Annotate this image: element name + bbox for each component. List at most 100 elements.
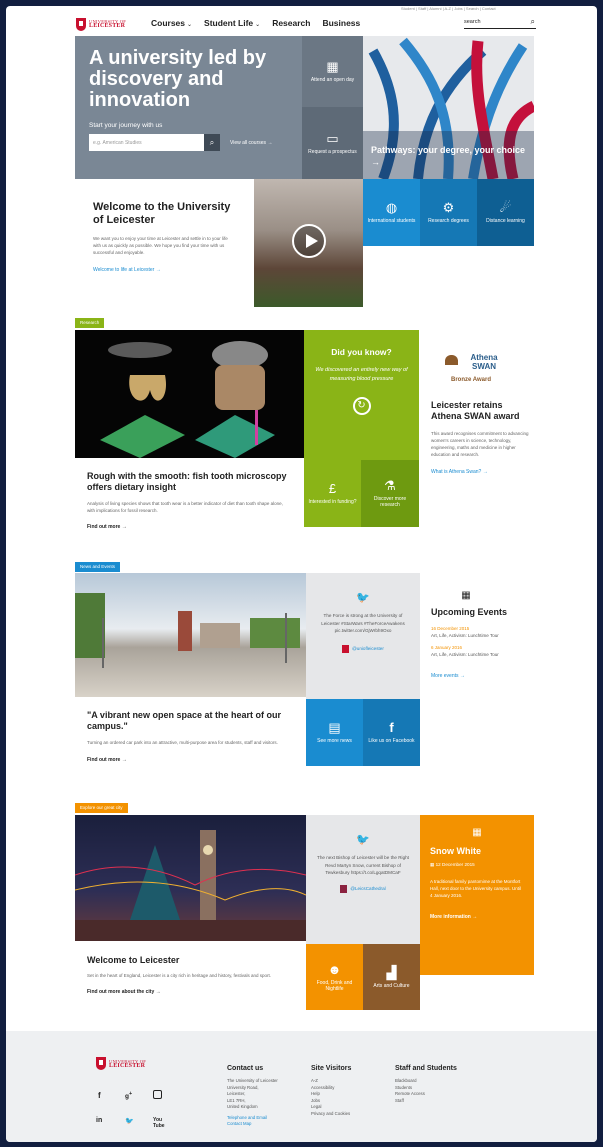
crest-icon xyxy=(342,644,350,653)
athena-title[interactable]: Leicester retains Athena SWAN award xyxy=(431,400,531,422)
nav-research[interactable]: Research xyxy=(272,18,310,28)
event-feature[interactable]: ▦ Snow White ▦ 12 December 2015 A tradit… xyxy=(420,815,534,975)
city-tweet-panel: 🐦 The next Bishop of Leicester will be t… xyxy=(306,815,420,944)
news-find-more[interactable]: Find out more → xyxy=(87,757,294,763)
search-icon[interactable]: ⌕ xyxy=(204,134,220,151)
event-feature-title: Snow White xyxy=(430,846,481,856)
globe-icon: ◍ xyxy=(385,200,398,215)
nav-courses[interactable]: Courses ⌄ xyxy=(151,18,192,28)
welcome-body: We want you to enjoy your time at Leices… xyxy=(93,236,228,255)
play-icon[interactable] xyxy=(292,224,326,258)
facebook-icon: f xyxy=(389,720,394,735)
food-drink-tile[interactable]: ☻ Food, Drink and Nightlife xyxy=(306,944,363,1010)
christmas-tree-graphic xyxy=(75,830,306,941)
pathways-banner[interactable]: Pathways: your degree, your choice → xyxy=(363,36,534,179)
youtube-icon[interactable]: You Tube xyxy=(153,1117,165,1129)
research-image[interactable] xyxy=(75,330,304,458)
welcome-video[interactable] xyxy=(254,179,363,307)
athena-swan-logo: Athena SWAN Bronze Award xyxy=(443,351,513,391)
athena-icon xyxy=(445,355,458,365)
news-label: News and Events xyxy=(75,562,121,572)
arts-culture-tile[interactable]: ▟ Arts and Culture xyxy=(363,944,420,1010)
event-item[interactable]: 6 January 2016 Art, Life, Activism: Lunc… xyxy=(431,645,531,657)
logo-line2: LEICESTER xyxy=(89,23,126,29)
city-body: Set in the heart of England, Leicester i… xyxy=(87,973,272,978)
see-more-news-tile[interactable]: ▤ See more news xyxy=(306,699,363,766)
distance-learning-tile[interactable]: ☄ Distance learning xyxy=(477,179,534,246)
discover-research-tile[interactable]: ⚗ Discover more research xyxy=(361,460,419,527)
research-degrees-tile[interactable]: ⚙ Research degrees xyxy=(420,179,477,246)
city-tweet-handle[interactable]: @LeicsCathedral xyxy=(314,884,412,893)
city-image[interactable] xyxy=(75,815,306,941)
did-you-know-text: We discovered an entirely new way of mea… xyxy=(315,367,408,382)
open-day-tile[interactable]: ▦ Attend an open day xyxy=(302,36,363,107)
event-feature-date: ▦ 12 December 2015 xyxy=(430,862,475,867)
research-label: Research xyxy=(75,318,105,328)
calendar-small-icon: ▦ xyxy=(430,862,435,867)
person-icon: ☄ xyxy=(499,200,512,215)
twitter-icon[interactable]: 🐦 xyxy=(125,1117,134,1125)
footer-site-visitors: Site Visitors A-Z Accessibility Help Job… xyxy=(311,1065,352,1116)
more-events-link[interactable]: More events → xyxy=(431,673,531,679)
calendar-icon: ▦ xyxy=(326,59,339,74)
book-icon: ▭ xyxy=(326,130,339,146)
research-find-more[interactable]: Find out more → xyxy=(87,524,292,530)
calendar-icon: ▦ xyxy=(472,827,482,838)
arrow-right-icon: → xyxy=(267,139,273,146)
footer-logo[interactable]: UNIVERSITY OF LEICESTER xyxy=(96,1057,146,1070)
international-students-tile[interactable]: ◍ International students xyxy=(363,179,420,246)
people-icon: ☻ xyxy=(327,961,342,977)
research-body: Analysis of living species shows that to… xyxy=(87,501,283,513)
view-all-courses-link[interactable]: View all courses → xyxy=(230,140,272,146)
welcome-title: Welcome to the University of Leicester xyxy=(93,201,231,226)
tweet-handle[interactable]: @uniofleicester xyxy=(314,644,412,653)
did-you-know-panel[interactable]: Did you know? We discovered an entirely … xyxy=(304,330,419,460)
hero-headline: A university led by discovery and innova… xyxy=(89,47,267,111)
microscope-icon: ⚗ xyxy=(384,478,396,493)
twitter-icon[interactable]: 🐦 xyxy=(314,833,412,846)
page: Student | Staff | Alumni | A-Z | Jobs | … xyxy=(6,6,597,1142)
header-search-input[interactable]: search ⌕ xyxy=(464,17,536,29)
news-title[interactable]: "A vibrant new open space at the heart o… xyxy=(87,710,294,732)
instagram-icon[interactable] xyxy=(153,1090,162,1099)
chevron-down-icon: ⌄ xyxy=(255,22,261,28)
athena-logo-text: Athena SWAN xyxy=(470,353,498,371)
welcome-link[interactable]: Welcome to life at Leicester → xyxy=(93,267,236,273)
more-information-link[interactable]: More information → xyxy=(430,914,524,920)
fish-tooth-graphic xyxy=(100,341,275,458)
research-title[interactable]: Rough with the smooth: fish tooth micros… xyxy=(87,471,292,493)
city-find-more[interactable]: Find out more about the city → xyxy=(87,989,294,995)
search-icon[interactable]: ⌕ xyxy=(531,17,535,27)
pathways-text: Pathways: your degree, your choice → xyxy=(371,145,526,167)
campus-image[interactable] xyxy=(75,573,306,697)
nav-business[interactable]: Business xyxy=(322,18,360,28)
event-item[interactable]: 16 December 2015 Art, Life, Activism: Lu… xyxy=(431,626,531,638)
cathedral-icon xyxy=(340,884,348,893)
athena-link[interactable]: What is Athena Swan? → xyxy=(431,469,531,475)
crest-icon xyxy=(96,1057,106,1070)
prospectus-tile[interactable]: ▭ Request a prospectus xyxy=(302,107,363,179)
refresh-icon[interactable]: ↻ xyxy=(352,397,371,415)
city-label: Explore our great city xyxy=(75,803,128,813)
gears-icon: ⚙ xyxy=(442,200,455,215)
chevron-down-icon: ⌄ xyxy=(187,22,193,28)
main-nav: Courses ⌄ Student Life ⌄ Research Business xyxy=(151,18,360,28)
theatre-icon: ▟ xyxy=(386,964,397,980)
city-title[interactable]: Welcome to Leicester xyxy=(87,955,294,966)
crest-icon xyxy=(76,17,86,31)
campus-graphic xyxy=(75,593,300,668)
newspaper-icon: ▤ xyxy=(328,720,341,735)
facebook-tile[interactable]: f Like us on Facebook xyxy=(363,699,420,766)
linkedin-icon[interactable]: in xyxy=(96,1117,102,1124)
course-search-input[interactable]: e.g. American Studies xyxy=(89,134,204,151)
facebook-icon[interactable]: f xyxy=(98,1091,101,1100)
funding-tile[interactable]: £ Interested in funding? xyxy=(304,460,361,527)
athena-body: This award recognises commitment to adva… xyxy=(431,431,529,457)
nav-student-life[interactable]: Student Life ⌄ xyxy=(204,18,260,28)
utility-links[interactable]: Student | Staff | Alumni | A-Z | Jobs | … xyxy=(401,6,496,11)
hero-panel: A university led by discovery and innova… xyxy=(75,36,302,179)
twitter-icon[interactable]: 🐦 xyxy=(314,591,412,604)
athena-award-text: Bronze Award xyxy=(451,377,492,383)
university-logo[interactable]: UNIVERSITY OF LEICESTER xyxy=(76,16,132,32)
google-plus-icon[interactable]: g+ xyxy=(125,1091,132,1100)
